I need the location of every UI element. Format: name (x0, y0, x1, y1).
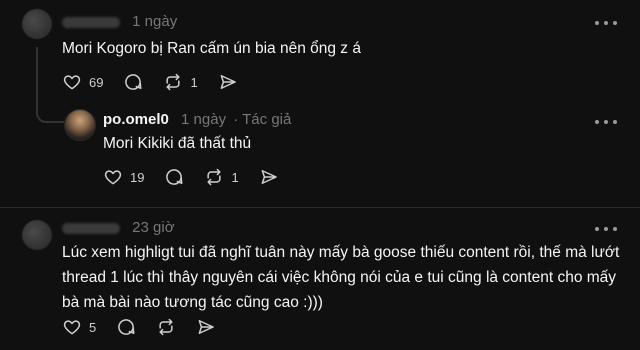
like-count: 69 (89, 74, 104, 90)
comment-icon (166, 169, 183, 185)
repost-button[interactable]: 1 (204, 167, 239, 187)
post-text-line: bà mà bài nào tương tác cũng cao :))) (62, 294, 323, 311)
username-redacted[interactable] (62, 222, 120, 234)
like-count: 19 (130, 169, 145, 185)
post-time: 1 ngày (132, 13, 178, 30)
share-button[interactable] (259, 167, 279, 187)
comment-button[interactable] (116, 317, 136, 337)
heart-icon (63, 320, 81, 335)
repost-button[interactable]: 1 (163, 72, 198, 92)
repost-button[interactable] (156, 317, 176, 337)
comment-icon (125, 74, 142, 90)
post-divider (0, 207, 640, 208)
post-text-line: thread 1 lúc thì thây nguyên cái việc kh… (62, 269, 617, 286)
repost-icon (166, 73, 181, 91)
like-button[interactable]: 69 (62, 72, 103, 92)
more-icon[interactable] (595, 18, 617, 28)
thread-connector (36, 47, 64, 123)
heart-icon (104, 170, 122, 185)
reply-actions: 19 1 (103, 167, 299, 187)
post-text: Mori Kogoro bị Ran cấm ún bia nên ổng z … (62, 40, 361, 57)
repost-icon (159, 318, 173, 336)
author-badge: · Tác giả (233, 111, 292, 128)
share-icon (261, 170, 277, 184)
post-text: Lúc xem highligt tui đã nghĩ tuân này mấ… (62, 240, 622, 315)
more-icon[interactable] (595, 224, 617, 234)
post-actions: 69 1 (62, 72, 258, 92)
avatar[interactable] (22, 220, 52, 250)
reply-text: Mori Kikiki đã thất thủ (103, 135, 252, 152)
author-username[interactable]: po.omel0 (103, 111, 169, 128)
repost-icon (207, 168, 222, 186)
share-button[interactable] (196, 317, 216, 337)
more-icon[interactable] (595, 117, 617, 127)
like-count: 5 (89, 319, 97, 335)
share-icon (198, 320, 215, 334)
post-text-line: Lúc xem highligt tui đã nghĩ tuân này mấ… (62, 244, 620, 261)
reply-header: po.omel0 1 ngày · Tác giả (103, 111, 291, 128)
post-header: 1 ngày (62, 13, 177, 30)
repost-count: 1 (231, 169, 239, 185)
share-button[interactable] (218, 72, 238, 92)
username-redacted[interactable] (62, 16, 120, 28)
post-time: 23 giờ (132, 219, 175, 236)
like-button[interactable]: 5 (62, 317, 96, 337)
repost-count: 1 (190, 74, 198, 90)
post-time: 1 ngày (181, 111, 227, 128)
like-button[interactable]: 19 (103, 167, 144, 187)
post-actions: 5 (62, 317, 236, 337)
heart-icon (63, 75, 81, 90)
share-icon (220, 75, 236, 89)
post-header: 23 giờ (62, 219, 175, 236)
avatar[interactable] (22, 9, 52, 39)
author-avatar[interactable] (64, 109, 96, 141)
comment-icon (118, 319, 135, 335)
comment-button[interactable] (123, 72, 143, 92)
comment-button[interactable] (164, 167, 184, 187)
